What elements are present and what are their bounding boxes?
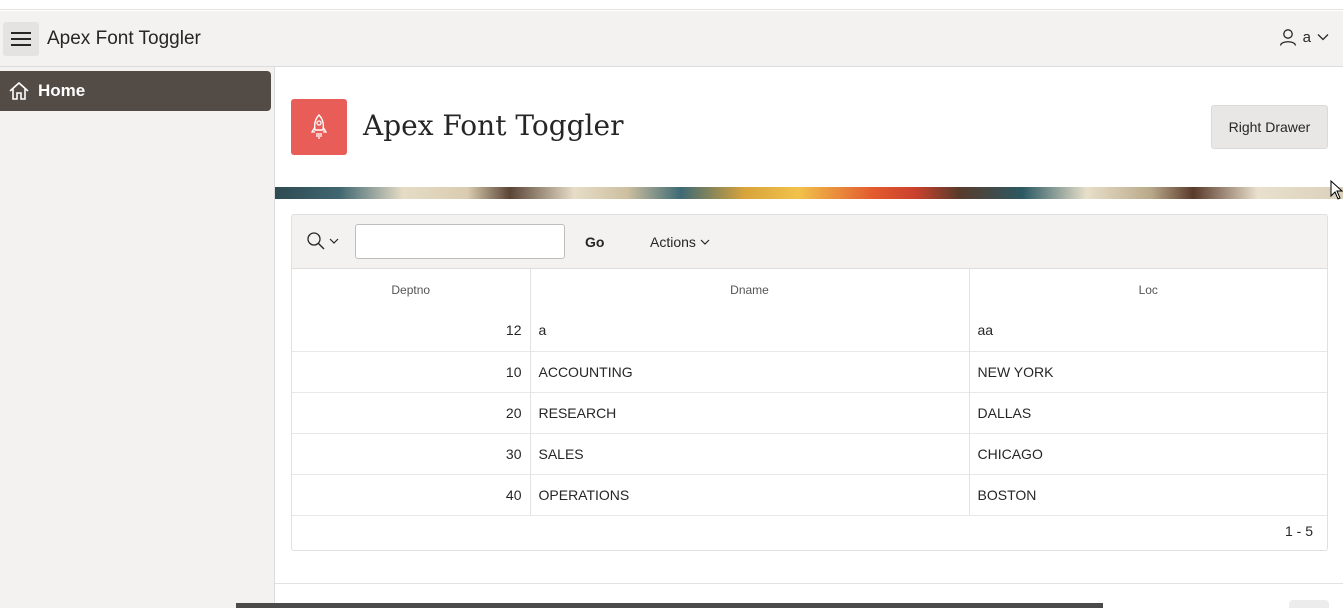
table-row: 12 a aa: [292, 310, 1327, 351]
search-icon: [307, 232, 325, 250]
search-input[interactable]: [355, 224, 565, 259]
cell-deptno: 20: [292, 391, 531, 433]
column-header-loc[interactable]: Loc: [969, 269, 1327, 310]
report-toolbar: Go Actions: [292, 215, 1327, 269]
table-header-row: Deptno Dname Loc: [292, 269, 1327, 310]
cell-dname: SALES: [530, 432, 970, 474]
cell-dname: RESEARCH: [530, 391, 970, 433]
user-menu[interactable]: a: [1279, 28, 1329, 46]
cell-loc: DALLAS: [969, 391, 1327, 433]
user-name: a: [1302, 28, 1311, 46]
cell-loc: CHICAGO: [969, 432, 1327, 474]
report-table: Deptno Dname Loc 12 a aa 10 ACCOUNTING N…: [292, 269, 1327, 516]
cell-deptno: 30: [292, 432, 531, 474]
sidebar-item-label: Home: [38, 81, 86, 100]
pagination-info: 1 - 5: [1284, 523, 1313, 539]
app-header: Apex Font Toggler a: [0, 11, 1343, 67]
cell-loc: NEW YORK: [969, 350, 1327, 392]
rocket-icon: [310, 114, 328, 139]
column-header-deptno[interactable]: Deptno: [292, 269, 531, 310]
cell-deptno: 12: [292, 310, 531, 351]
sidebar-item-home[interactable]: Home: [0, 71, 271, 111]
go-button[interactable]: Go: [575, 230, 614, 254]
chevron-down-icon: [329, 238, 339, 244]
cell-loc: aa: [977, 322, 994, 339]
cell-loc: BOSTON: [969, 473, 1327, 516]
table-row: 10 ACCOUNTING NEW YORK: [292, 350, 1327, 392]
hamburger-menu-button[interactable]: [3, 22, 39, 56]
hero-banner-image: [275, 187, 1343, 199]
mouse-cursor-icon: [1330, 180, 1343, 200]
top-strip: [0, 0, 1343, 10]
scroll-top-button[interactable]: [1289, 600, 1329, 608]
app-title[interactable]: Apex Font Toggler: [47, 28, 201, 50]
chevron-down-icon: [1317, 34, 1329, 41]
cell-dname: a: [530, 310, 970, 351]
right-drawer-button[interactable]: Right Drawer: [1211, 105, 1328, 149]
hero-icon-tile: [291, 99, 347, 155]
cell-dname: ACCOUNTING: [530, 350, 970, 392]
table-row: 30 SALES CHICAGO: [292, 432, 1327, 474]
chevron-down-icon: [700, 239, 710, 245]
main-content: Apex Font Toggler Right Drawer Go Action…: [275, 67, 1343, 608]
table-row: 40 OPERATIONS BOSTON: [292, 473, 1327, 516]
cell-deptno: 40: [292, 473, 531, 516]
user-icon: [1279, 29, 1296, 46]
actions-label: Actions: [650, 234, 696, 250]
cell-deptno: 10: [292, 350, 531, 392]
search-column-selector[interactable]: [306, 231, 339, 251]
region-divider: [275, 583, 1343, 584]
cell-dname: OPERATIONS: [530, 473, 970, 516]
bottom-toolbar: [236, 603, 1103, 608]
hamburger-icon: [11, 32, 31, 46]
actions-menu-button[interactable]: Actions: [642, 230, 718, 254]
table-row: 20 RESEARCH DALLAS: [292, 391, 1327, 433]
sidebar: Home: [0, 67, 275, 608]
column-header-dname[interactable]: Dname: [530, 269, 970, 310]
page-title: Apex Font Toggler: [363, 109, 624, 142]
home-icon: [9, 81, 29, 100]
interactive-report: Go Actions Deptno Dname Loc 12 a aa 10 A…: [291, 214, 1328, 551]
